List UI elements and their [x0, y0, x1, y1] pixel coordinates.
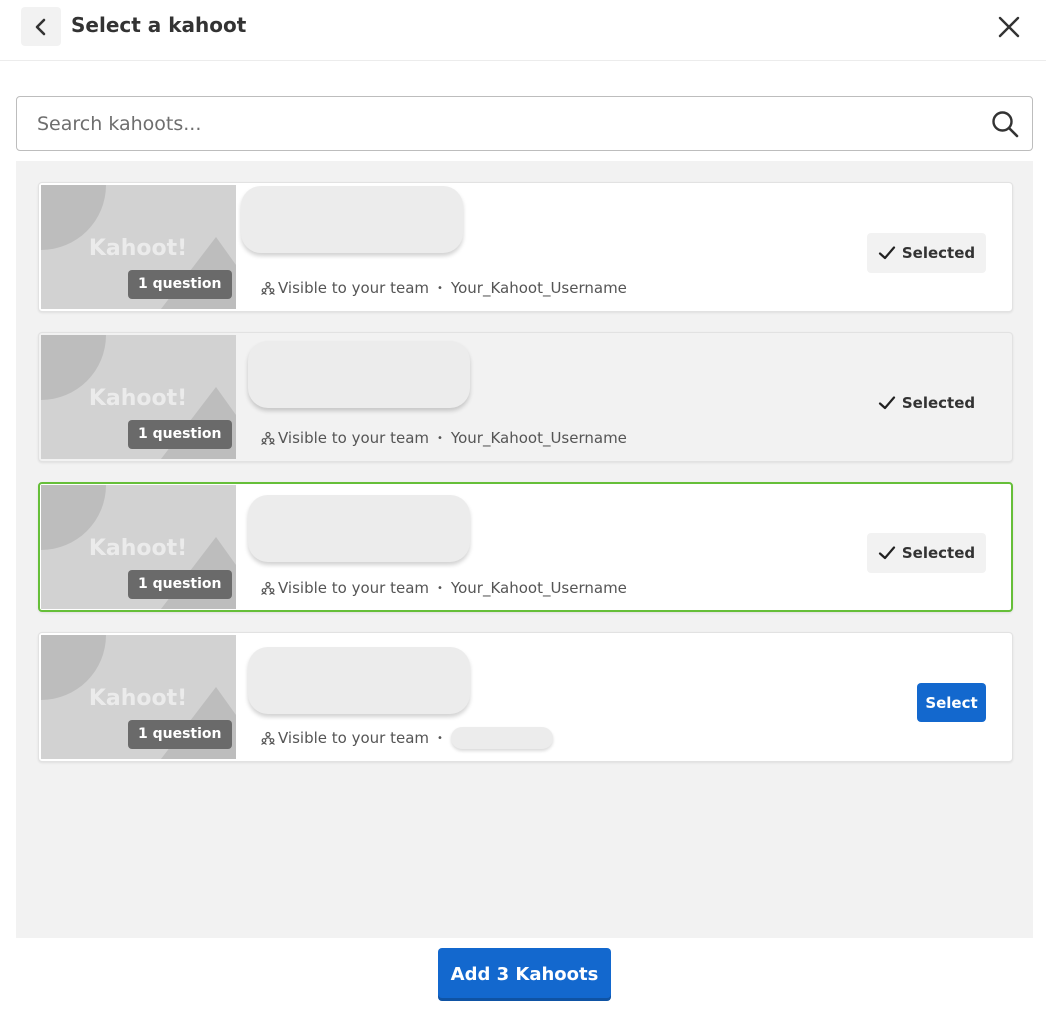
kahoot-list[interactable]: Kahoot! 1 question Visible to your team …: [16, 161, 1033, 938]
team-icon: [261, 581, 275, 595]
question-count-badge: 1 question: [128, 720, 232, 749]
visibility-label: Visible to your team: [278, 279, 430, 297]
visibility-label: Visible to your team: [278, 429, 430, 447]
username-label: Your_Kahoot_Username: [450, 429, 627, 447]
separator-dot: •: [437, 582, 443, 594]
kahoot-meta: Visible to your team • Your_Kahoot_Usern…: [261, 577, 627, 599]
selected-label: Selected: [901, 544, 976, 562]
title-placeholder: [248, 495, 470, 562]
question-count-badge: 1 question: [128, 420, 232, 449]
dialog-title: Select a kahoot: [71, 13, 247, 37]
add-kahoots-button[interactable]: Add 3 Kahoots: [438, 948, 611, 1001]
check-icon: [878, 396, 895, 410]
selected-button[interactable]: Selected: [867, 233, 986, 273]
kahoot-logo: Kahoot!: [89, 536, 187, 561]
separator-dot: •: [437, 732, 443, 744]
kahoot-thumbnail: Kahoot! 1 question: [41, 335, 236, 459]
username-label: Your_Kahoot_Username: [450, 579, 627, 597]
kahoot-logo: Kahoot!: [89, 686, 187, 711]
visibility-label: Visible to your team: [278, 579, 430, 597]
selected-button[interactable]: Selected: [867, 383, 986, 423]
kahoot-logo: Kahoot!: [89, 386, 187, 411]
title-placeholder: [248, 341, 470, 408]
username-placeholder: [450, 727, 553, 749]
selected-label: Selected: [901, 244, 976, 262]
kahoot-thumbnail: Kahoot! 1 question: [41, 635, 236, 759]
search-input[interactable]: [37, 97, 977, 150]
selected-button[interactable]: Selected: [867, 533, 986, 573]
visibility-label: Visible to your team: [278, 729, 430, 747]
check-icon: [878, 546, 895, 560]
kahoot-meta: Visible to your team •: [261, 727, 553, 749]
kahoot-card[interactable]: Kahoot! 1 question Visible to your team …: [38, 332, 1013, 462]
kahoot-thumbnail: Kahoot! 1 question: [41, 485, 236, 609]
close-button[interactable]: [992, 10, 1026, 44]
username-label: Your_Kahoot_Username: [450, 279, 627, 297]
search-box: [16, 96, 1033, 151]
team-icon: [261, 731, 275, 745]
separator-dot: •: [437, 282, 443, 294]
chevron-left-icon: [35, 18, 46, 35]
dialog-header: Select a kahoot: [0, 0, 1046, 61]
team-icon: [261, 281, 275, 295]
question-count-badge: 1 question: [128, 270, 232, 299]
team-icon: [261, 431, 275, 445]
kahoot-meta: Visible to your team • Your_Kahoot_Usern…: [261, 427, 627, 449]
select-button[interactable]: Select: [917, 683, 986, 722]
kahoot-thumbnail: Kahoot! 1 question: [41, 185, 236, 309]
question-count-badge: 1 question: [128, 570, 232, 599]
kahoot-card[interactable]: Kahoot! 1 question Visible to your team …: [38, 182, 1013, 312]
kahoot-card[interactable]: Kahoot! 1 question Visible to your team …: [38, 632, 1013, 762]
selected-label: Selected: [901, 394, 976, 412]
title-placeholder: [241, 186, 463, 253]
title-placeholder: [248, 647, 470, 714]
kahoot-meta: Visible to your team • Your_Kahoot_Usern…: [261, 277, 627, 299]
back-button[interactable]: [21, 7, 61, 46]
kahoot-card[interactable]: Kahoot! 1 question Visible to your team …: [38, 482, 1013, 612]
search-icon[interactable]: [990, 109, 1020, 139]
close-icon: [998, 16, 1020, 38]
separator-dot: •: [437, 432, 443, 444]
kahoot-logo: Kahoot!: [89, 236, 187, 261]
check-icon: [878, 246, 895, 260]
